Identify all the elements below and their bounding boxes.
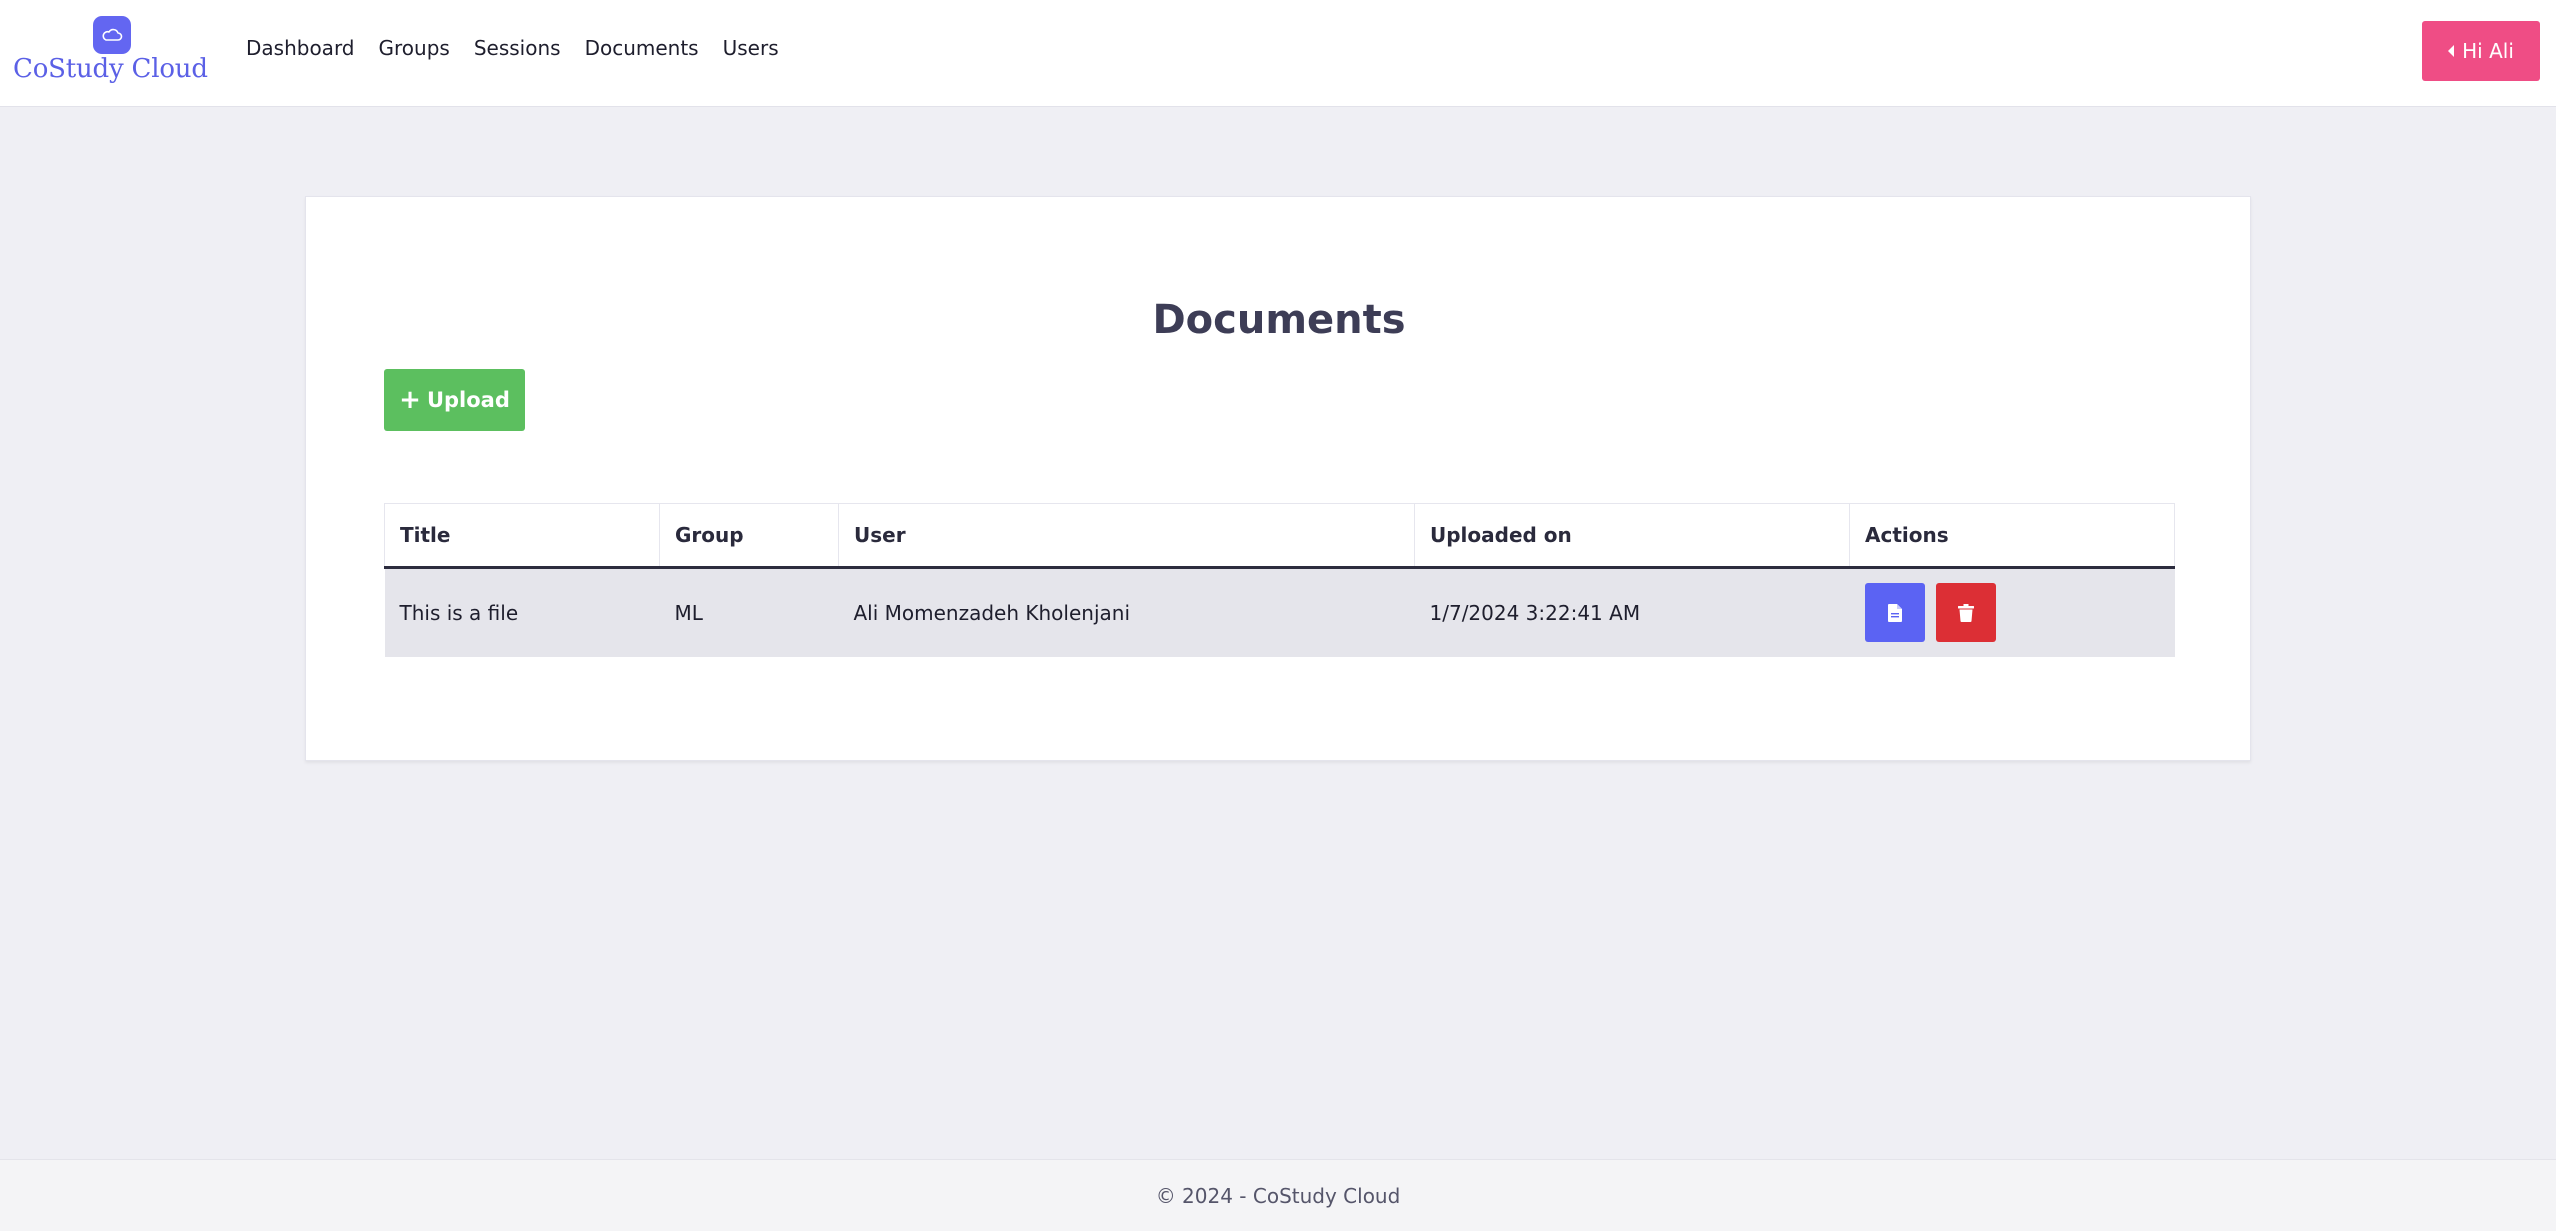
- column-header-group: Group: [659, 503, 839, 569]
- upload-button-label: Upload: [426, 388, 510, 412]
- nav-item-documents[interactable]: Documents: [585, 36, 699, 60]
- page-footer: © 2024 - CoStudy Cloud: [0, 1159, 2556, 1231]
- cell-user: Ali Momenzadeh Kholenjani: [838, 567, 1415, 657]
- user-menu-button[interactable]: Hi Ali: [2422, 21, 2540, 81]
- footer-copyright: © 2024 - CoStudy Cloud: [1155, 1183, 1401, 1208]
- table-row: This is a file ML Ali Momenzadeh Kholenj…: [384, 567, 2175, 657]
- user-menu-label: Hi Ali: [2462, 39, 2514, 63]
- main-nav: Dashboard Groups Sessions Documents User…: [246, 36, 779, 60]
- column-header-user: User: [838, 503, 1415, 569]
- column-header-actions: Actions: [1849, 503, 2175, 569]
- brand-name: CoStudy Cloud: [13, 54, 208, 84]
- column-header-uploaded-on: Uploaded on: [1414, 503, 1850, 569]
- brand-link[interactable]: CoStudy Cloud: [13, 16, 211, 88]
- table-header: Title Group User Uploaded on Actions: [384, 503, 2175, 569]
- caret-left-icon: [2448, 45, 2455, 57]
- cell-uploaded-on: 1/7/2024 3:22:41 AM: [1414, 567, 1850, 657]
- cloud-icon: [93, 16, 131, 54]
- delete-document-button[interactable]: [1935, 583, 1996, 643]
- plus-icon: +: [399, 385, 421, 415]
- nav-item-groups[interactable]: Groups: [379, 36, 450, 60]
- cell-group: ML: [659, 567, 839, 657]
- row-actions: [1864, 583, 2160, 643]
- cell-actions: [1849, 567, 2175, 657]
- top-navbar: CoStudy Cloud Dashboard Groups Sessions …: [0, 0, 2556, 107]
- page-title: Documents: [1152, 297, 1406, 343]
- upload-button[interactable]: + Upload: [384, 369, 525, 431]
- cell-title: This is a file: [384, 567, 660, 657]
- trash-icon: [1957, 603, 1974, 622]
- nav-item-sessions[interactable]: Sessions: [474, 36, 561, 60]
- nav-item-users[interactable]: Users: [723, 36, 779, 60]
- file-icon: [1887, 603, 1902, 622]
- column-header-title: Title: [384, 503, 660, 569]
- documents-table: Title Group User Uploaded on Actions Thi…: [384, 503, 2175, 657]
- documents-card: Documents + Upload Title Group User Uplo…: [305, 196, 2251, 761]
- view-document-button[interactable]: [1864, 583, 1925, 643]
- nav-item-dashboard[interactable]: Dashboard: [246, 36, 355, 60]
